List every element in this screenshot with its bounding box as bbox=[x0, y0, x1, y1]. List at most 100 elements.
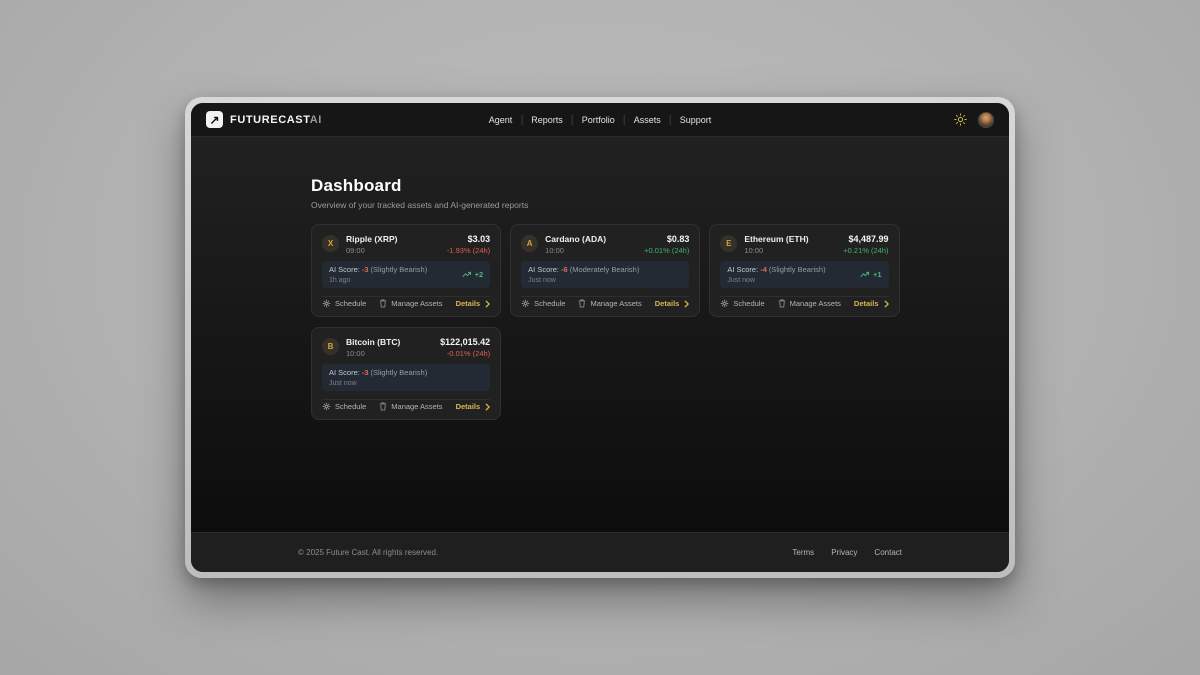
ai-score-box: AI Score:-6(Moderately Bearish) Just now bbox=[521, 261, 689, 288]
ai-score-label: AI Score: bbox=[329, 368, 360, 377]
ai-score-label: AI Score: bbox=[727, 265, 758, 274]
schedule-button[interactable]: Schedule bbox=[720, 299, 764, 308]
brand-name: FUTURECASTAI bbox=[230, 114, 322, 126]
schedule-button[interactable]: Schedule bbox=[322, 402, 366, 411]
ai-score-value: -3 bbox=[362, 265, 369, 274]
schedule-button[interactable]: Schedule bbox=[322, 299, 366, 308]
main-content: Dashboard Overview of your tracked asset… bbox=[191, 137, 1009, 532]
details-label: Details bbox=[854, 299, 879, 308]
asset-cards-grid: X Ripple (XRP) 09:00 $3.03 -1.93% (24h) bbox=[311, 224, 889, 420]
nav-item-agent[interactable]: Agent bbox=[480, 115, 522, 125]
asset-price: $122,015.42 bbox=[440, 337, 490, 347]
manage-assets-button[interactable]: Manage Assets bbox=[778, 299, 841, 308]
ai-score-box: AI Score:-3(Slightly Bearish) Just now bbox=[322, 364, 490, 391]
ai-sentiment: (Slightly Bearish) bbox=[371, 265, 428, 274]
asset-time: 10:00 bbox=[346, 349, 400, 358]
ai-score-label: AI Score: bbox=[329, 265, 360, 274]
trend-up-icon bbox=[462, 271, 472, 278]
chevron-right-icon bbox=[684, 300, 689, 308]
footer-link-terms[interactable]: Terms bbox=[792, 548, 814, 557]
asset-time: 10:00 bbox=[744, 246, 808, 255]
ai-updated-time: Just now bbox=[528, 277, 639, 284]
asset-change: +0.01% (24h) bbox=[644, 246, 689, 255]
details-label: Details bbox=[456, 402, 481, 411]
page-footer: © 2025 Future Cast. All rights reserved.… bbox=[191, 532, 1009, 572]
page-title: Dashboard bbox=[311, 176, 889, 196]
manage-assets-button[interactable]: Manage Assets bbox=[379, 402, 442, 411]
chevron-right-icon bbox=[884, 300, 889, 308]
asset-card-cardano: A Cardano (ADA) 10:00 $0.83 +0.01% (24h) bbox=[510, 224, 700, 317]
ai-updated-time: Just now bbox=[329, 380, 427, 387]
asset-name: Ripple (XRP) bbox=[346, 234, 397, 244]
asset-price: $3.03 bbox=[447, 234, 490, 244]
nav-item-support[interactable]: Support bbox=[671, 115, 721, 125]
schedule-label: Schedule bbox=[335, 299, 366, 308]
details-button[interactable]: Details bbox=[456, 402, 491, 411]
user-avatar[interactable] bbox=[978, 112, 994, 128]
ai-sentiment: (Slightly Bearish) bbox=[371, 368, 428, 377]
details-label: Details bbox=[655, 299, 680, 308]
ai-score-box: AI Score:-4(Slightly Bearish) Just now +… bbox=[720, 261, 888, 288]
asset-time: 10:00 bbox=[545, 246, 606, 255]
details-button[interactable]: Details bbox=[456, 299, 491, 308]
ai-updated-time: 1h ago bbox=[329, 277, 427, 284]
coin-initial: X bbox=[328, 239, 333, 248]
coin-avatar: B bbox=[322, 338, 339, 355]
asset-price: $0.83 bbox=[644, 234, 689, 244]
asset-card-ripple: X Ripple (XRP) 09:00 $3.03 -1.93% (24h) bbox=[311, 224, 501, 317]
manage-assets-button[interactable]: Manage Assets bbox=[379, 299, 442, 308]
nav-item-reports[interactable]: Reports bbox=[522, 115, 572, 125]
asset-change: +0.21% (24h) bbox=[843, 246, 888, 255]
gear-icon bbox=[521, 299, 530, 308]
gear-icon bbox=[322, 402, 331, 411]
asset-card-bitcoin: B Bitcoin (BTC) 10:00 $122,015.42 -0.01%… bbox=[311, 327, 501, 420]
footer-link-contact[interactable]: Contact bbox=[874, 548, 902, 557]
manage-assets-button[interactable]: Manage Assets bbox=[578, 299, 641, 308]
details-button[interactable]: Details bbox=[854, 299, 889, 308]
coin-initial: A bbox=[527, 239, 533, 248]
trend-up-icon bbox=[860, 271, 870, 278]
trash-icon bbox=[379, 299, 387, 308]
ai-sentiment: (Moderately Bearish) bbox=[570, 265, 640, 274]
trend-value: +1 bbox=[873, 270, 882, 279]
app-screen: ↗ FUTURECASTAI Agent Reports Portfolio A… bbox=[191, 103, 1009, 572]
schedule-button[interactable]: Schedule bbox=[521, 299, 565, 308]
main-nav: Agent Reports Portfolio Assets Support bbox=[480, 103, 721, 136]
asset-card-ethereum: E Ethereum (ETH) 10:00 $4,487.99 +0.21% … bbox=[709, 224, 899, 317]
theme-toggle-button[interactable] bbox=[954, 113, 967, 126]
coin-avatar: X bbox=[322, 235, 339, 252]
trash-icon bbox=[778, 299, 786, 308]
chevron-right-icon bbox=[485, 300, 490, 308]
page-subtitle: Overview of your tracked assets and AI-g… bbox=[311, 200, 889, 210]
asset-time: 09:00 bbox=[346, 246, 397, 255]
asset-name: Bitcoin (BTC) bbox=[346, 337, 400, 347]
manage-assets-label: Manage Assets bbox=[391, 299, 442, 308]
asset-change: -1.93% (24h) bbox=[447, 246, 490, 255]
footer-links: Terms Privacy Contact bbox=[792, 548, 902, 557]
brand-name-suffix: AI bbox=[310, 114, 322, 126]
manage-assets-label: Manage Assets bbox=[790, 299, 841, 308]
trend-badge: +1 bbox=[860, 270, 882, 279]
gear-icon bbox=[720, 299, 729, 308]
nav-item-assets[interactable]: Assets bbox=[625, 115, 670, 125]
copyright-text: © 2025 Future Cast. All rights reserved. bbox=[298, 548, 438, 557]
manage-assets-label: Manage Assets bbox=[590, 299, 641, 308]
ai-score-value: -4 bbox=[760, 265, 767, 274]
details-button[interactable]: Details bbox=[655, 299, 690, 308]
schedule-label: Schedule bbox=[335, 402, 366, 411]
manage-assets-label: Manage Assets bbox=[391, 402, 442, 411]
nav-item-portfolio[interactable]: Portfolio bbox=[573, 115, 624, 125]
trend-badge: +2 bbox=[462, 270, 484, 279]
asset-name: Cardano (ADA) bbox=[545, 234, 606, 244]
footer-link-privacy[interactable]: Privacy bbox=[831, 548, 857, 557]
trend-value: +2 bbox=[475, 270, 484, 279]
coin-initial: B bbox=[328, 342, 334, 351]
schedule-label: Schedule bbox=[733, 299, 764, 308]
chevron-right-icon bbox=[485, 403, 490, 411]
schedule-label: Schedule bbox=[534, 299, 565, 308]
ai-sentiment: (Slightly Bearish) bbox=[769, 265, 826, 274]
sun-icon bbox=[954, 113, 967, 126]
brand-name-main: FUTURECAST bbox=[230, 114, 310, 126]
logo-icon: ↗ bbox=[206, 111, 223, 128]
ai-score-value: -3 bbox=[362, 368, 369, 377]
